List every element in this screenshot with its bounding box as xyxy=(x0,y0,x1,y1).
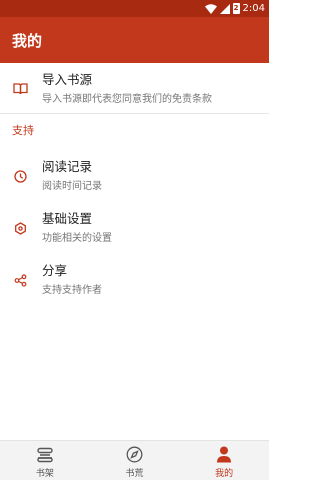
battery-level: 2 xyxy=(233,4,239,12)
nav-bookshelf-label: 书架 xyxy=(35,469,54,479)
import-source-item[interactable]: 导入书源 导入书源即代表您同意我们的免责条款 xyxy=(0,63,269,113)
basic-settings-title: 基础设置 xyxy=(42,211,93,226)
basic-settings-subtitle: 功能相关的设置 xyxy=(42,233,112,244)
reading-history-subtitle: 阅读时间记录 xyxy=(42,181,102,192)
nav-bookshelf[interactable]: 书架 xyxy=(0,441,90,480)
reading-history-item[interactable]: 阅读记录 阅读时间记录 xyxy=(0,150,269,202)
basic-settings-item[interactable]: 基础设置 功能相关的设置 xyxy=(0,202,269,254)
nav-mine[interactable]: 我的 xyxy=(179,441,269,480)
page-title: 我的 xyxy=(12,31,43,50)
share-subtitle: 支持支持作者 xyxy=(42,285,102,296)
content: 导入书源 导入书源即代表您同意我们的免责条款 支持 阅读记录 阅读时间记录 基础… xyxy=(0,63,269,306)
nav-discover-label: 书荒 xyxy=(125,469,144,479)
battery-icon: 2 xyxy=(232,3,240,14)
import-source-subtitle: 导入书源即代表您同意我们的免责条款 xyxy=(42,94,212,105)
nav-mine-label: 我的 xyxy=(215,469,234,479)
share-item[interactable]: 分享 支持支持作者 xyxy=(0,254,269,306)
bottom-navigation: 书架 书荒 我的 xyxy=(0,440,269,480)
share-title: 分享 xyxy=(42,263,68,278)
share-icon xyxy=(11,271,29,289)
nav-discover[interactable]: 书荒 xyxy=(90,441,180,480)
section-header-support: 支持 xyxy=(12,124,34,137)
person-icon xyxy=(216,446,232,463)
signal-icon xyxy=(219,3,230,14)
wifi-icon xyxy=(204,3,217,14)
bookshelf-icon xyxy=(36,446,54,463)
settings-hexagon-icon xyxy=(11,219,29,237)
clock-icon xyxy=(11,167,29,185)
import-source-title: 导入书源 xyxy=(42,72,93,87)
status-bar: 2 2:04 xyxy=(0,0,269,17)
status-time: 2:04 xyxy=(242,3,265,14)
book-icon xyxy=(11,79,29,97)
app-bar: 我的 xyxy=(0,17,269,63)
compass-icon xyxy=(126,446,143,463)
reading-history-title: 阅读记录 xyxy=(42,159,93,174)
